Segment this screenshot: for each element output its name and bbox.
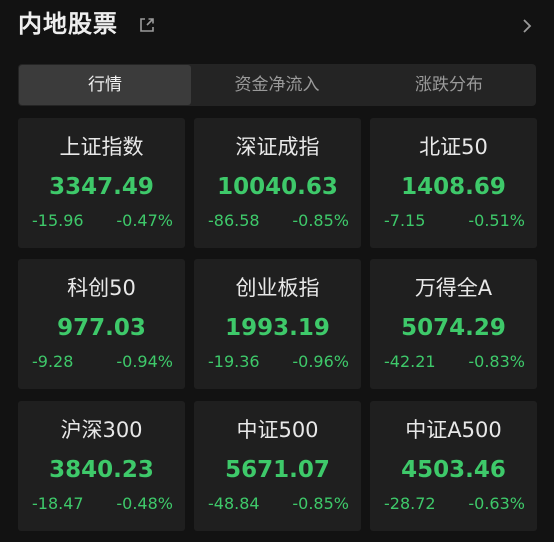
index-value: 4503.46 [401,457,506,483]
index-card-szse[interactable]: 深证成指 10040.63 -86.58 -0.85% [194,118,361,248]
index-value: 10040.63 [217,174,338,200]
index-card-star50[interactable]: 科创50 977.03 -9.28 -0.94% [18,259,185,389]
index-name: 北证50 [419,135,488,159]
index-value: 1993.19 [225,315,330,341]
index-value: 3840.23 [49,457,154,483]
index-value: 3347.49 [49,174,154,200]
index-change: -86.58 [208,211,260,230]
chevron-right-icon[interactable] [518,16,536,36]
index-change: -15.96 [32,211,84,230]
external-link-icon[interactable] [138,16,156,34]
index-value: 5671.07 [225,457,330,483]
index-value: 1408.69 [401,174,506,200]
index-change-pct: -0.63% [468,494,525,513]
market-page: 内地股票 行情 资金净流入 涨跌分布 上证指数 3347.49 -15.96 -… [0,0,554,542]
index-name: 沪深300 [60,418,143,442]
index-card-csi300[interactable]: 沪深300 3840.23 -18.47 -0.48% [18,401,185,531]
index-name: 中证500 [236,418,319,442]
index-name: 中证A500 [405,418,502,442]
index-change-pct: -0.51% [468,211,525,230]
index-change-pct: -0.85% [292,494,349,513]
index-card-bse50[interactable]: 北证50 1408.69 -7.15 -0.51% [370,118,537,248]
index-card-wind-a[interactable]: 万得全A 5074.29 -42.21 -0.83% [370,259,537,389]
index-change-pct: -0.83% [468,352,525,371]
section-title: 内地股票 [18,10,118,38]
index-name: 科创50 [67,276,136,300]
index-name: 创业板指 [235,276,320,300]
tab-bar: 行情 资金净流入 涨跌分布 [18,64,536,106]
section-header: 内地股票 [0,0,554,52]
tab-net-inflow[interactable]: 资金净流入 [191,64,363,106]
index-change: -9.28 [32,352,74,371]
index-change: -28.72 [384,494,436,513]
index-card-csi500[interactable]: 中证500 5671.07 -48.84 -0.85% [194,401,361,531]
index-change-pct: -0.47% [116,211,173,230]
index-name: 万得全A [414,276,493,300]
index-card-sse[interactable]: 上证指数 3347.49 -15.96 -0.47% [18,118,185,248]
index-card-chinext[interactable]: 创业板指 1993.19 -19.36 -0.96% [194,259,361,389]
index-change: -48.84 [208,494,260,513]
index-change: -19.36 [208,352,260,371]
index-change-pct: -0.48% [116,494,173,513]
index-change: -18.47 [32,494,84,513]
index-name: 上证指数 [59,135,144,159]
index-value: 977.03 [57,315,146,341]
index-change: -7.15 [384,211,426,230]
index-change-pct: -0.85% [292,211,349,230]
tab-market[interactable]: 行情 [19,65,191,105]
index-value: 5074.29 [401,315,506,341]
index-change-pct: -0.94% [116,352,173,371]
index-card-csi-a500[interactable]: 中证A500 4503.46 -28.72 -0.63% [370,401,537,531]
tab-distribution[interactable]: 涨跌分布 [363,64,535,106]
index-change: -42.21 [384,352,436,371]
index-name: 深证成指 [235,135,320,159]
index-change-pct: -0.96% [292,352,349,371]
